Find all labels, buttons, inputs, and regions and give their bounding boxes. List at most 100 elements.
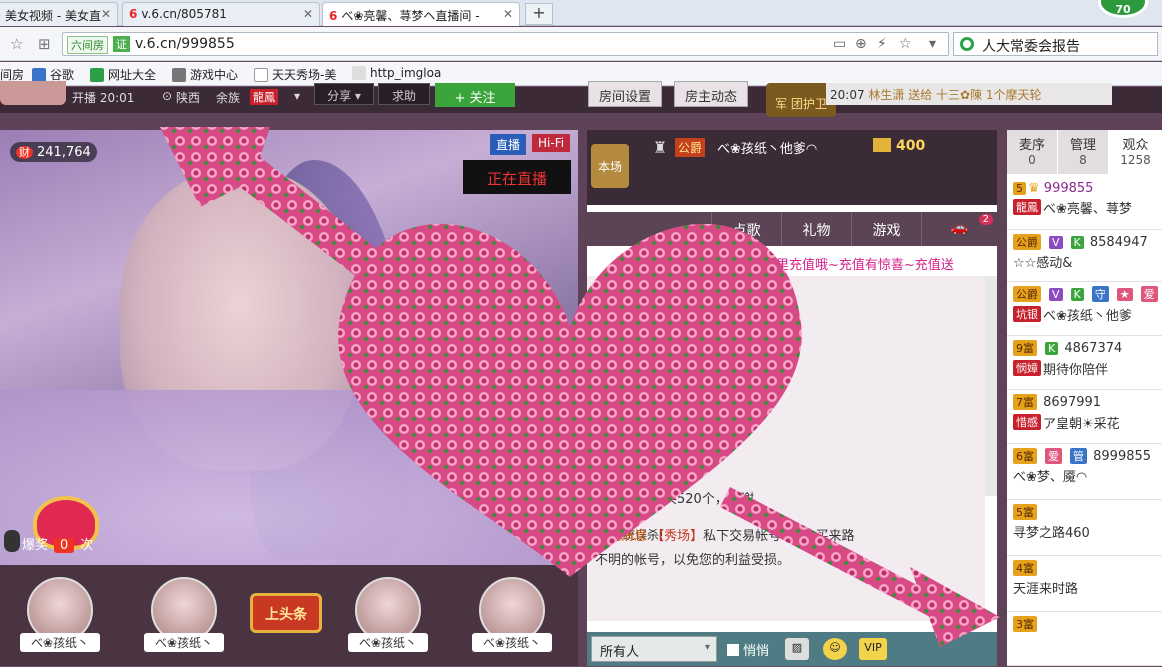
mic-seat[interactable]: べ❀孩纸丶 xyxy=(472,577,552,667)
zoom-icon[interactable]: ⊕ xyxy=(855,36,867,52)
follow-button[interactable]: + 关注 xyxy=(435,83,515,107)
url-text[interactable]: v.6.cn/999855 xyxy=(135,36,235,52)
viewer-row[interactable]: 4富 天涯来时路 xyxy=(1007,558,1162,612)
seat-name: べ❀孩纸丶 xyxy=(472,633,552,652)
url-field[interactable]: 六间房 证 v.6.cn/999855 ▭ ⊕ ⚡ ☆ ▾ xyxy=(62,32,949,56)
scene-tag: 本场 xyxy=(591,144,629,188)
viewer-row[interactable]: 3富 xyxy=(1007,614,1162,666)
close-tab-icon[interactable]: ✕ xyxy=(101,7,111,21)
cloud-icon xyxy=(352,66,366,80)
tab-viewers[interactable]: 观众 1258 xyxy=(1109,130,1162,174)
level-badge: 5 xyxy=(1013,182,1026,195)
clan-badge: 龍鳳 xyxy=(250,89,278,105)
web-directory-icon xyxy=(90,68,104,82)
search-text[interactable]: 人大常委会报告 xyxy=(982,36,1080,56)
live-tag[interactable]: 直播 xyxy=(490,134,527,155)
search-field[interactable]: 人大常委会报告 xyxy=(953,32,1158,56)
new-tab-button[interactable]: + xyxy=(525,3,553,25)
mic-seat[interactable]: べ❀孩纸丶 xyxy=(20,577,100,667)
recharge-promo-link[interactable]: 请点这里充值哦~充值有惊喜~充值送 xyxy=(737,254,954,273)
wealth-value: 241,764 xyxy=(37,145,91,160)
love-badge: 爱 xyxy=(1045,448,1062,464)
chat-tabs: 点歌 礼物 游戏 🚗 2 xyxy=(587,212,997,246)
crown-icon: ♛ xyxy=(1028,181,1040,196)
favorite-star-icon[interactable]: ☆ xyxy=(10,35,23,53)
hifi-tag[interactable]: Hi-Fi xyxy=(532,134,571,152)
tab-count: 1258 xyxy=(1120,153,1151,167)
dropdown-arrow-icon[interactable]: ▾ xyxy=(929,36,936,52)
k-badge: K xyxy=(1045,342,1059,355)
bookmark-item[interactable]: 天天秀场-美 xyxy=(254,66,336,83)
chat-input-bar: 所有人 ▾ 悄悄 ▨ ☺ VIP xyxy=(587,632,997,666)
viewer-row[interactable]: 公爵 V K 8584947 ☆☆感动& xyxy=(1007,232,1162,282)
host-news-button[interactable]: 房主动态 xyxy=(674,81,749,107)
tab-label: 点歌 xyxy=(732,223,761,239)
emoji-icon[interactable]: ☺ xyxy=(823,638,847,660)
viewer-name: べ❀梦、魇◠ xyxy=(1013,470,1088,485)
tab-label: 观众 xyxy=(1122,138,1149,153)
chat-scrollbar[interactable] xyxy=(985,276,997,496)
viewer-id: 8697991 xyxy=(1043,395,1102,410)
bookmark-star-icon[interactable]: ☆ xyxy=(899,36,912,52)
image-icon[interactable]: ▨ xyxy=(785,638,809,660)
bookmark-item[interactable]: 网址大全 xyxy=(90,66,156,83)
viewer-row[interactable]: 7富 8697991 惜感 ア皇朝☀采花 xyxy=(1007,392,1162,444)
user-level-badge[interactable]: 70 xyxy=(1098,0,1148,18)
room-settings-button[interactable]: 房间设置 xyxy=(588,81,663,107)
duke-badge: 公爵 xyxy=(675,138,706,157)
burst-counter: 爆奖 0 次 xyxy=(22,534,93,553)
bookmark-label: http_imgloa xyxy=(370,66,442,80)
certificate-icon[interactable]: 证 xyxy=(113,36,130,52)
grid-apps-icon[interactable]: ⊞ xyxy=(38,35,51,53)
whisper-checkbox[interactable]: 悄悄 xyxy=(727,640,769,659)
tab-mic-queue[interactable]: 麦序 0 xyxy=(1007,130,1057,174)
browser-tab[interactable]: 美女视频 - 美女直 ✕ xyxy=(0,2,118,26)
viewer-id: 4867374 xyxy=(1064,341,1123,356)
viewer-row[interactable]: 5 ♛ 999855 龍鳳 べ❀亮馨、荨梦 xyxy=(1007,180,1162,230)
host-avatar[interactable] xyxy=(0,81,66,105)
tab-admins[interactable]: 管理 8 xyxy=(1058,130,1108,174)
level-badge: 4富 xyxy=(1013,560,1037,576)
mic-seat[interactable]: べ❀孩纸丶 xyxy=(144,577,224,667)
bookmark-item[interactable]: 游戏中心 xyxy=(172,66,238,83)
viewer-row[interactable]: 5富 寻梦之路460 xyxy=(1007,502,1162,556)
checkbox-box xyxy=(727,644,739,656)
close-tab-icon[interactable]: ✕ xyxy=(303,7,313,21)
gamepad-icon xyxy=(172,68,186,82)
microphone-icon[interactable] xyxy=(4,530,20,552)
video-player[interactable]: 财 241,764 直播 Hi-Fi 正在直播 爆奖 0 次 xyxy=(0,130,578,565)
scene-top-user[interactable]: べ❀孩纸丶他爹◠ xyxy=(717,138,817,157)
vip-emoji-button[interactable]: VIP xyxy=(859,638,887,660)
chevron-down-icon[interactable]: ▾ xyxy=(294,89,300,103)
viewer-row[interactable]: 9富 K 4867374 悯嫜 期待你陪伴 xyxy=(1007,338,1162,390)
level-badge: 3富 xyxy=(1013,616,1037,632)
wealth-icon: 财 xyxy=(16,146,33,159)
tab-label: 游戏 xyxy=(872,223,901,239)
close-tab-icon[interactable]: ✕ xyxy=(503,7,513,21)
browser-tab[interactable]: 6 v.6.cn/805781 ✕ xyxy=(122,2,320,26)
viewer-row[interactable]: 公爵 V K 守 ★ 爱 坑银 べ❀孩纸丶他爹 xyxy=(1007,284,1162,336)
tab-game[interactable]: 游戏 xyxy=(851,212,921,246)
video-capture-icon[interactable]: ▭ xyxy=(833,36,846,52)
tab-gift[interactable]: 礼物 xyxy=(781,212,851,246)
viewer-row[interactable]: 6富爱管 8999855 べ❀梦、魇◠ xyxy=(1007,446,1162,500)
mic-seat[interactable]: べ❀孩纸丶 xyxy=(348,577,428,667)
seat-name: べ❀孩纸丶 xyxy=(348,633,428,652)
guard-label: 团护卫 xyxy=(790,97,827,111)
recipient-select[interactable]: 所有人 ▾ xyxy=(591,636,717,662)
tab-song[interactable]: 点歌 xyxy=(711,212,781,246)
viewer-id: 999855 xyxy=(1043,181,1094,196)
clan-tag: 惜感 xyxy=(1013,414,1041,430)
lightning-icon[interactable]: ⚡ xyxy=(877,36,887,52)
help-button[interactable]: 求助 xyxy=(378,83,430,105)
tab-label: 麦序 xyxy=(1018,138,1045,153)
share-button[interactable]: 分享 ▾ xyxy=(314,83,374,105)
headline-button[interactable]: 上头条 xyxy=(250,593,322,633)
level-badge: 公爵 xyxy=(1013,234,1041,250)
bookmark-item[interactable]: http_imgloa xyxy=(352,66,441,80)
love-badge: 爱 xyxy=(1140,286,1158,302)
system-tag: 【秀场】 xyxy=(651,529,704,544)
viewer-name: ア皇朝☀采花 xyxy=(1043,417,1120,432)
tab-car[interactable]: 🚗 2 xyxy=(921,212,997,246)
browser-tab-active[interactable]: 6 べ❀亮馨、荨梦ヘ直播间 - ✕ xyxy=(322,2,520,26)
